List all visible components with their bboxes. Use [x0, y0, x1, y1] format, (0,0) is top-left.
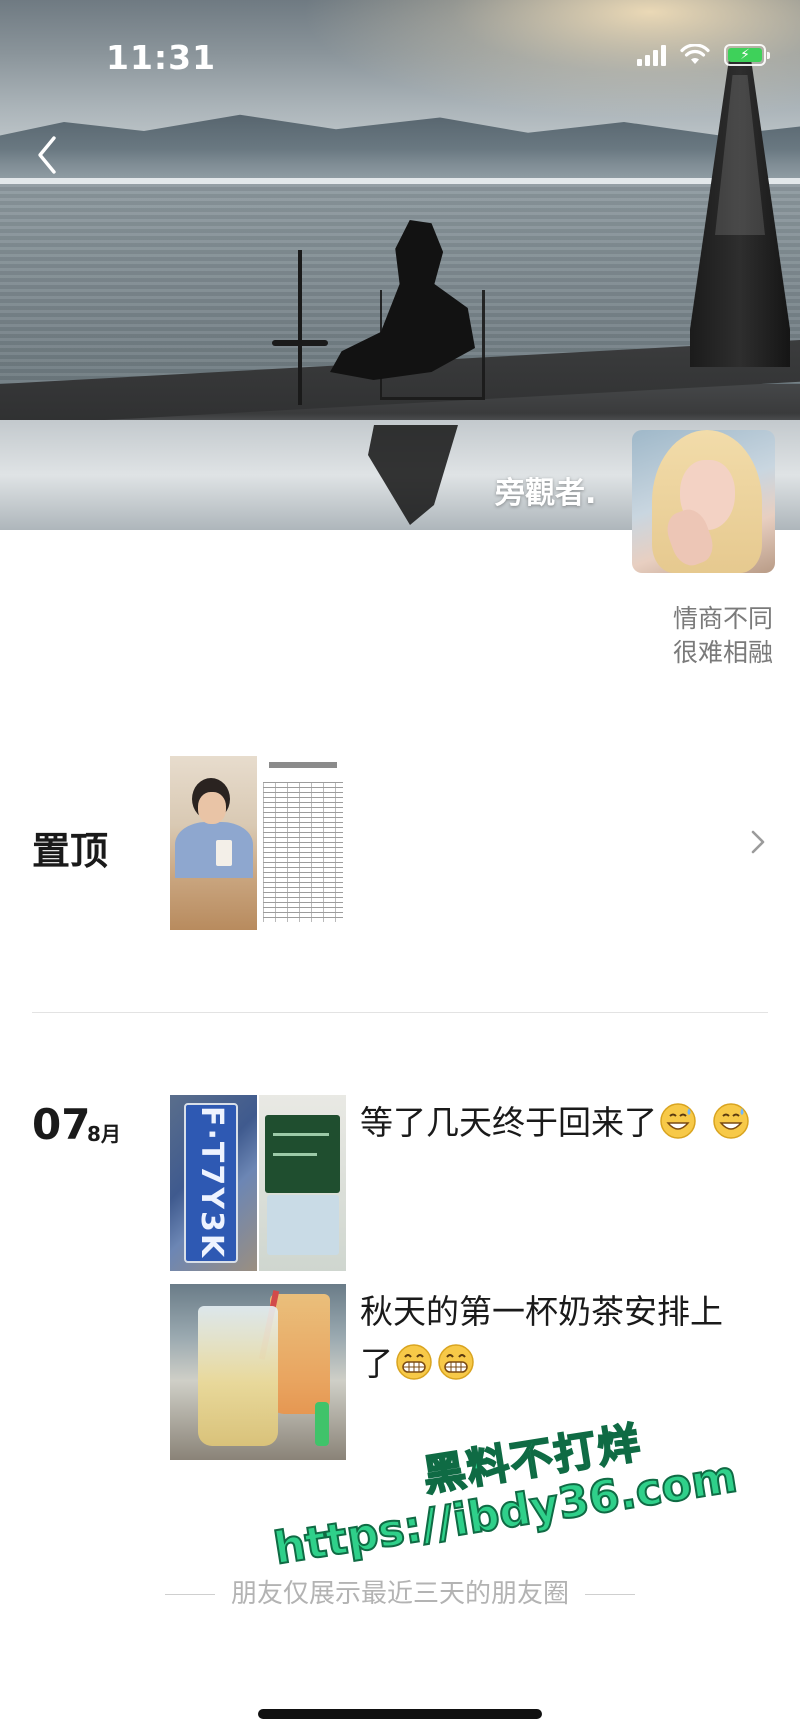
- battery-fill: ⚡: [728, 48, 762, 62]
- pinned-thumb-photo[interactable]: [170, 756, 257, 930]
- status-icons: ⚡: [637, 44, 770, 66]
- post-thumb-milk-tea[interactable]: [170, 1284, 346, 1460]
- grinning-sweat-emoji: [660, 1103, 696, 1139]
- visibility-note-text: 朋友仅展示最近三天的朋友圈: [230, 1579, 569, 1609]
- post-date-day: 07: [32, 1100, 91, 1149]
- post-text: 等了几天终于回来了: [360, 1097, 755, 1149]
- signal-icon: [637, 44, 666, 66]
- certificate-page: [267, 1195, 339, 1255]
- signature-line-2: 很难相融: [672, 638, 773, 667]
- visibility-note: 朋友仅展示最近三天的朋友圈: [0, 1573, 800, 1610]
- thumb-face: [198, 792, 226, 824]
- wifi-icon: [680, 44, 710, 64]
- pinned-thumb-document[interactable]: [259, 756, 347, 930]
- cover-side-table-leg: [298, 250, 302, 405]
- pinned-posts-row[interactable]: 置顶: [0, 752, 800, 932]
- note-rule-left: [164, 1594, 215, 1595]
- profile-nickname: 旁觀者.: [495, 476, 597, 511]
- signature-line-1: 情商不同: [672, 604, 773, 633]
- grinning-sweat-emoji: [712, 1103, 749, 1139]
- home-indicator[interactable]: [258, 1709, 542, 1719]
- lighter: [315, 1402, 329, 1446]
- thumb-cup: [216, 840, 232, 866]
- battery-charging-icon: ⚡: [724, 44, 770, 66]
- post-text: 秋天的第一杯奶茶安排上了: [360, 1286, 755, 1390]
- certificate-line: [273, 1153, 317, 1156]
- post-thumb-license-plate[interactable]: F·T7Y3K: [170, 1095, 257, 1271]
- grin-emoji: [438, 1344, 474, 1380]
- post-text-content: 等了几天终于回来了: [360, 1103, 657, 1142]
- certificate-line: [273, 1133, 329, 1136]
- section-divider: [32, 1012, 768, 1013]
- license-plate: F·T7Y3K: [184, 1103, 238, 1263]
- chevron-right-icon: [751, 830, 765, 854]
- grin-emoji: [396, 1344, 432, 1380]
- moment-post[interactable]: F·T7Y3K 等了几天终于回来了: [170, 1095, 770, 1271]
- chevron-left-icon: [38, 136, 56, 174]
- avatar[interactable]: [632, 430, 775, 573]
- post-date-month: 8月: [87, 1122, 121, 1146]
- milk-tea-cup: [270, 1294, 330, 1414]
- milk-tea-cup: [198, 1306, 278, 1446]
- back-button[interactable]: [28, 130, 68, 180]
- note-rule-right: [585, 1594, 635, 1595]
- profile-signature: 情商不同 很难相融: [673, 602, 773, 670]
- status-time: 11:31: [106, 38, 217, 77]
- pinned-label: 置顶: [32, 829, 109, 873]
- thumb-doc-title: [269, 762, 337, 768]
- thumb-shirt: [175, 822, 253, 878]
- cover-side-table: [272, 340, 328, 346]
- post-thumb-certificate[interactable]: [259, 1095, 346, 1271]
